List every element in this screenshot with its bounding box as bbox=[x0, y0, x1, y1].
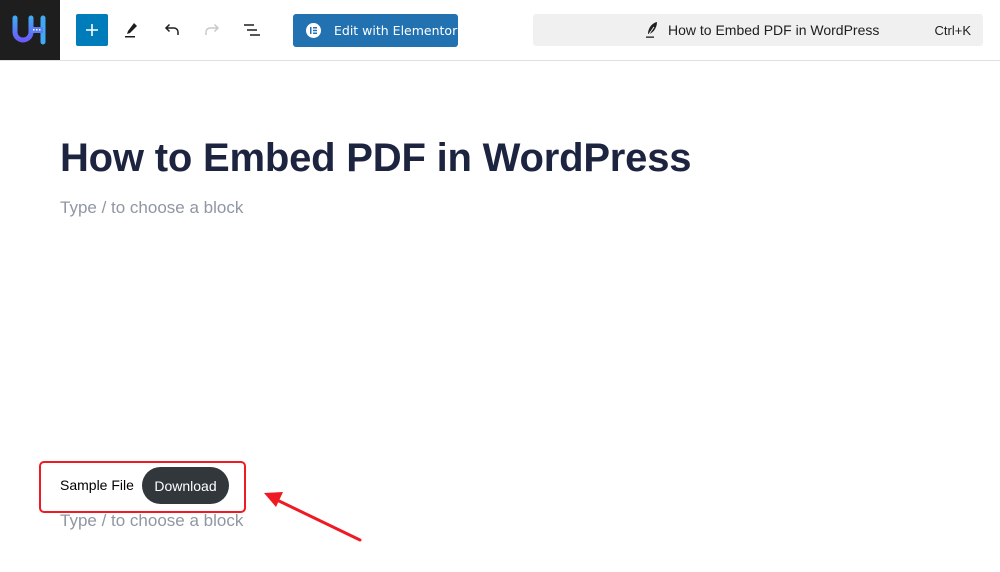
file-name-link[interactable]: Sample File bbox=[60, 477, 134, 493]
download-button[interactable]: Download bbox=[142, 467, 229, 504]
tools-button[interactable] bbox=[115, 14, 147, 46]
plus-icon bbox=[86, 24, 98, 36]
undo-icon bbox=[164, 23, 179, 35]
pen-icon bbox=[125, 23, 137, 38]
edit-with-elementor-button[interactable]: Edit with Elementor bbox=[293, 14, 458, 47]
post-icon bbox=[646, 22, 657, 38]
keyboard-shortcut: Ctrl+K bbox=[934, 23, 971, 38]
block-placeholder[interactable]: Type / to choose a block bbox=[60, 511, 243, 531]
elementor-icon bbox=[306, 23, 321, 38]
edit-with-elementor-label: Edit with Elementor bbox=[334, 23, 458, 38]
editor-toolbar: Edit with Elementor How to Embed PDF in … bbox=[0, 0, 1000, 61]
command-bar-title: How to Embed PDF in WordPress bbox=[668, 22, 880, 38]
redo-button[interactable] bbox=[196, 14, 228, 46]
uh-logo-icon bbox=[12, 15, 46, 45]
undo-button[interactable] bbox=[156, 14, 188, 46]
site-logo[interactable] bbox=[0, 0, 60, 60]
post-title[interactable]: How to Embed PDF in WordPress bbox=[60, 136, 692, 181]
document-overview-button[interactable] bbox=[236, 14, 268, 46]
command-palette-bar[interactable]: How to Embed PDF in WordPress Ctrl+K bbox=[533, 14, 983, 46]
add-block-button[interactable] bbox=[76, 14, 108, 46]
list-view-icon bbox=[244, 24, 260, 36]
redo-icon bbox=[205, 23, 220, 35]
annotation-arrow-icon bbox=[264, 492, 362, 542]
block-placeholder[interactable]: Type / to choose a block bbox=[60, 198, 243, 218]
